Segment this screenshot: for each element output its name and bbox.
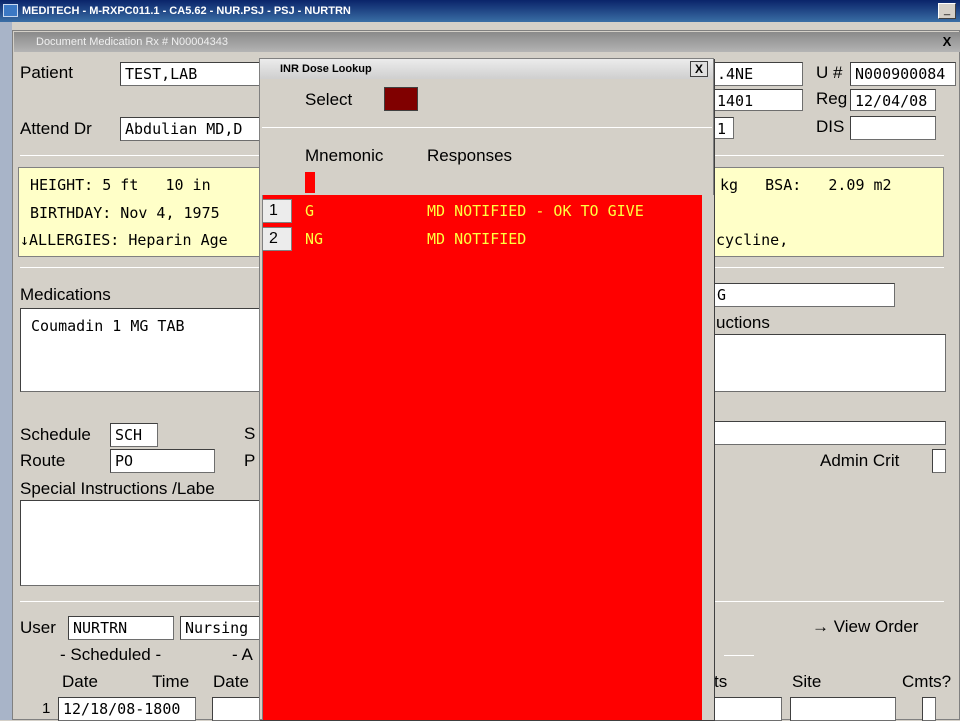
time-column-header: Time (152, 672, 190, 691)
row-number: 1 (42, 700, 51, 717)
medications-label: Medications (20, 285, 111, 304)
allergies-text[interactable]: ↓ALLERGIES: Heparin Age (20, 231, 228, 249)
popup-title: INR Dose Lookup (280, 63, 372, 75)
route-field[interactable]: PO (110, 449, 215, 473)
view-order-link[interactable]: → View Order (812, 617, 918, 637)
select-label: Select (305, 90, 353, 109)
patient-label: Patient (20, 63, 73, 82)
site-field[interactable] (790, 697, 896, 721)
u-number-field[interactable]: N000900084 (850, 62, 956, 86)
dis-label: DIS (816, 117, 845, 136)
attend-dr-field[interactable]: Abdulian MD,D (120, 117, 260, 141)
footer-dash (724, 655, 754, 656)
popup-close-button[interactable]: X (690, 61, 708, 77)
list-item-response[interactable]: MD NOTIFIED - OK TO GIVE (427, 202, 644, 220)
minimize-button[interactable]: _ (938, 3, 956, 19)
scheduled-header: - Scheduled - (60, 645, 162, 664)
room-field[interactable]: 1401 (712, 89, 803, 111)
schedule-field[interactable]: SCH (110, 423, 158, 447)
scheduled-datetime-field[interactable]: 12/18/08-1800 (58, 697, 196, 721)
bsa-text: kg BSA: 2.09 m2 (720, 176, 892, 194)
medications-list[interactable]: Coumadin 1 MG TAB (20, 308, 260, 392)
mnemonic-input[interactable] (305, 172, 315, 193)
comments-column-header: ts (714, 672, 728, 691)
bed-field[interactable]: 1 (712, 117, 734, 139)
app-title: MEDITECH - M-RXPC011.1 - CA5.62 - NUR.PS… (22, 5, 351, 17)
date2-column-header: Date (213, 672, 249, 691)
admin-date-field[interactable] (212, 697, 260, 721)
popup-edge (702, 195, 714, 720)
list-item-number[interactable]: 2 (262, 227, 292, 251)
instructions-label: uctions (716, 313, 770, 332)
height-text: HEIGHT: 5 ft 10 in (30, 176, 211, 194)
popup-divider (262, 127, 712, 128)
administered-header: - A (232, 645, 253, 664)
admin-crit-label: Admin Crit (820, 451, 900, 470)
document-title-bar: Document Medication Rx # N00004343 (14, 32, 960, 52)
dis-field[interactable] (850, 116, 936, 140)
special-instructions-label: Special Instructions /Labe (20, 479, 215, 498)
response-list[interactable] (262, 195, 702, 720)
allergies-text-right: cycline, (716, 231, 789, 249)
site-column-header: Site (792, 672, 822, 691)
patient-field[interactable]: TEST,LAB (120, 62, 260, 86)
select-input[interactable] (384, 87, 418, 111)
cmts-column-header: Cmts? (902, 672, 952, 691)
document-title: Document Medication Rx # N00004343 (36, 36, 229, 48)
cmts-checkbox[interactable] (922, 697, 936, 721)
meditech-icon (3, 4, 18, 17)
schedule-right-field[interactable] (712, 421, 946, 445)
location-field[interactable]: .4NE (712, 62, 803, 86)
instructions-field[interactable] (712, 334, 946, 392)
document-close-button[interactable]: X (938, 33, 956, 50)
u-number-label: U # (816, 63, 843, 82)
list-item-mnemonic[interactable]: G (305, 202, 314, 220)
medication-item[interactable]: Coumadin 1 MG TAB (31, 317, 185, 335)
admin-crit-field[interactable] (932, 449, 946, 473)
list-item-response[interactable]: MD NOTIFIED (427, 230, 526, 248)
popup-title-bar: INR Dose Lookup (260, 59, 713, 79)
s-label: S (244, 424, 256, 443)
birthday-text: BIRTHDAY: Nov 4, 1975 (30, 204, 220, 222)
user-label: User (20, 618, 56, 637)
route-label: Route (20, 451, 66, 470)
app-title-bar: MEDITECH - M-RXPC011.1 - CA5.62 - NUR.PS… (0, 0, 960, 22)
nursing-field[interactable]: Nursing (180, 616, 260, 640)
comments-field[interactable] (712, 697, 782, 721)
special-instructions-field[interactable] (20, 500, 260, 586)
schedule-label: Schedule (20, 425, 91, 444)
reg-label: Reg (816, 89, 848, 108)
desktop-strip (0, 22, 12, 720)
list-item-mnemonic[interactable]: NG (305, 230, 323, 248)
date-column-header: Date (62, 672, 98, 691)
dose-field[interactable]: G (712, 283, 895, 307)
attend-dr-label: Attend Dr (20, 119, 92, 138)
responses-column-header: Responses (427, 146, 513, 165)
p-label: P (244, 451, 256, 470)
mnemonic-column-header: Mnemonic (305, 146, 384, 165)
list-item-number[interactable]: 1 (262, 199, 292, 223)
reg-date-field[interactable]: 12/04/08 (850, 89, 936, 111)
user-field[interactable]: NURTRN (68, 616, 174, 640)
